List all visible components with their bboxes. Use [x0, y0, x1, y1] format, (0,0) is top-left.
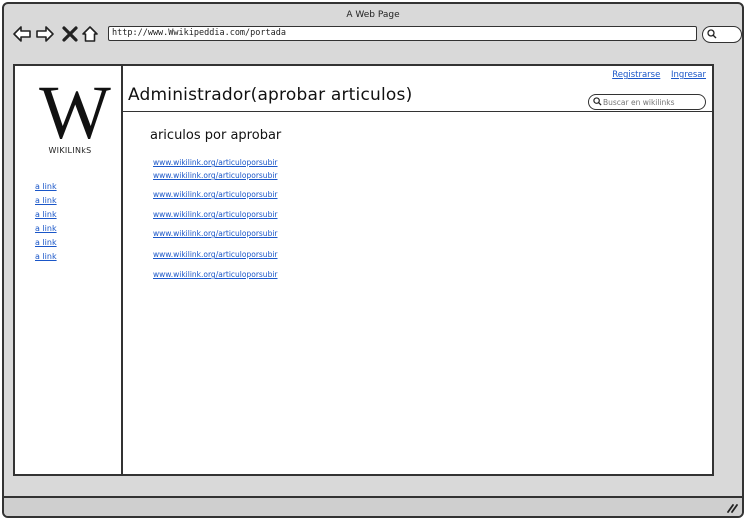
- window-title: A Web Page: [346, 10, 400, 20]
- article-link[interactable]: www.wikilink.org/articuloporsubir: [153, 229, 278, 238]
- forward-arrow-icon[interactable]: [35, 24, 55, 44]
- browser-search-field[interactable]: [702, 26, 742, 43]
- register-link[interactable]: Registrarse: [612, 70, 660, 80]
- article-link[interactable]: www.wikilink.org/articuloporsubir: [153, 250, 278, 259]
- article-link[interactable]: www.wikilink.org/articuloporsubir: [153, 210, 278, 219]
- wikipedia-logo: W: [39, 84, 111, 144]
- sidebar-link[interactable]: a link: [35, 238, 57, 248]
- sidebar-link[interactable]: a link: [35, 252, 57, 262]
- logo-name: WIKILINkS: [48, 146, 92, 155]
- login-link[interactable]: Ingresar: [671, 70, 706, 80]
- article-link[interactable]: www.wikilink.org/articuloporsubir: [153, 190, 278, 199]
- home-icon[interactable]: [80, 24, 100, 44]
- sidebar-divider: [121, 66, 123, 474]
- wiki-search-input[interactable]: [603, 95, 701, 109]
- browser-window: A Web Page http://www.Wwikipeddia.com/po…: [2, 2, 744, 518]
- header-divider: [122, 111, 712, 112]
- url-bar[interactable]: http://www.Wwikipeddia.com/portada: [108, 26, 697, 41]
- sidebar-link[interactable]: a link: [35, 224, 57, 234]
- account-links: Registrarse Ingresar: [604, 70, 706, 80]
- search-icon: [707, 29, 717, 39]
- logo-letter: W: [39, 84, 111, 144]
- article-link[interactable]: www.wikilink.org/articuloporsubir: [153, 171, 278, 180]
- section-title: ariculos por aprobar: [150, 128, 282, 143]
- article-link[interactable]: www.wikilink.org/articuloporsubir: [153, 270, 278, 279]
- sidebar-link[interactable]: a link: [35, 196, 57, 206]
- article-link[interactable]: www.wikilink.org/articuloporsubir: [153, 158, 278, 167]
- sidebar-link[interactable]: a link: [35, 210, 57, 220]
- sidebar-link[interactable]: a link: [35, 182, 57, 192]
- back-arrow-icon[interactable]: [12, 24, 32, 44]
- page-title: Administrador(aprobar articulos): [128, 85, 413, 105]
- status-bar: [4, 496, 742, 516]
- search-icon: [593, 97, 602, 106]
- close-icon[interactable]: [60, 24, 80, 44]
- sidebar-links: a link a link a link a link a link a lin…: [35, 182, 57, 266]
- resize-grip-icon[interactable]: [726, 503, 738, 513]
- wiki-search-field[interactable]: [588, 94, 706, 110]
- page-content: W WIKILINkS a link a link a link a link …: [13, 64, 714, 476]
